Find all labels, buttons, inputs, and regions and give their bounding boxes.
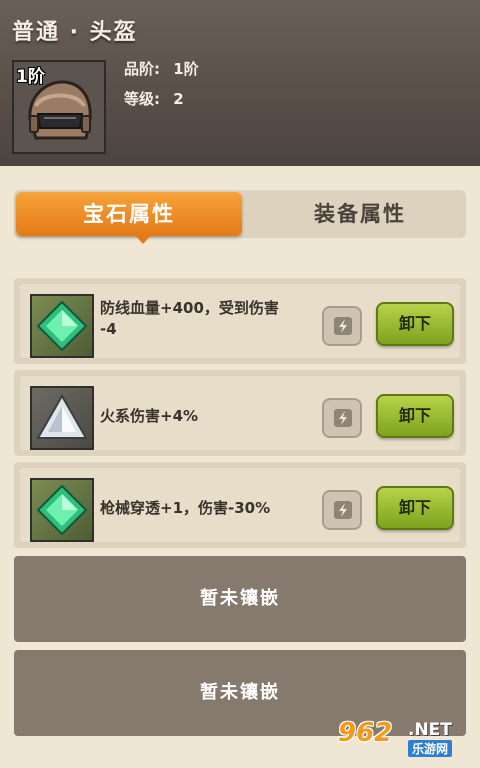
watermark-logo: 962 <box>338 718 393 748</box>
gem-slot-3: 枪械穿透+1，伤害-30% 卸下 <box>14 462 466 548</box>
gem-effect-line2: -4 <box>100 320 117 338</box>
gem-slot-panel: 枪械穿透+1，伤害-30% 卸下 <box>20 468 460 542</box>
grade-label: 品阶: <box>124 60 160 78</box>
gem-effect-text: 防线血量+400，受到伤害 -4 <box>100 298 318 340</box>
gem-icon-frame <box>30 386 94 450</box>
attribute-tabs: 宝石属性 装备属性 <box>14 190 466 238</box>
site-watermark: 962 .NET 乐游网 <box>338 716 474 762</box>
unload-gem-button[interactable]: 卸下 <box>376 302 454 346</box>
gem-effect-text: 枪械穿透+1，伤害-30% <box>100 498 318 519</box>
gem-effect-line1: 枪械穿透+1，伤害-30% <box>100 499 271 517</box>
unload-gem-button[interactable]: 卸下 <box>376 394 454 438</box>
gem-icon-frame <box>30 478 94 542</box>
gem-slot-panel: 火系伤害+4% 卸下 <box>20 376 460 450</box>
swap-icon <box>334 317 352 335</box>
level-label: 等级: <box>124 90 160 108</box>
item-header: 普通 · 头盔 1阶 品阶: 1阶 等级: 2 <box>0 0 480 166</box>
item-title: 普通 · 头盔 <box>12 20 138 45</box>
swap-gem-button[interactable] <box>322 398 362 438</box>
watermark-sub: 乐游网 <box>408 740 453 757</box>
gem-icon-frame <box>30 294 94 358</box>
item-icon-frame: 1阶 <box>12 60 106 154</box>
swap-gem-button[interactable] <box>322 306 362 346</box>
active-tab-pointer <box>134 234 152 244</box>
gem-effect-line1: 防线血量+400，受到伤害 <box>100 299 279 317</box>
gem-effect-text: 火系伤害+4% <box>100 406 318 427</box>
tier-badge: 1阶 <box>16 67 45 87</box>
grade-row: 品阶: 1阶 <box>124 58 199 79</box>
gem-slot-2: 火系伤害+4% 卸下 <box>14 370 466 456</box>
white-triangle-gem-icon <box>36 393 88 439</box>
gem-effect-line1: 火系伤害+4% <box>100 407 199 425</box>
gem-slot-1: 防线血量+400，受到伤害 -4 卸下 <box>14 278 466 364</box>
level-value: 2 <box>173 90 184 108</box>
gem-slot-panel: 防线血量+400，受到伤害 -4 卸下 <box>20 284 460 358</box>
swap-icon <box>334 409 352 427</box>
tab-gem-attributes[interactable]: 宝石属性 <box>16 192 242 236</box>
grade-value: 1阶 <box>173 60 199 78</box>
swap-gem-button[interactable] <box>322 490 362 530</box>
green-gem-icon <box>36 484 88 536</box>
tab-equipment-attributes[interactable]: 装备属性 <box>254 192 466 236</box>
level-row: 等级: 2 <box>124 88 184 109</box>
empty-gem-slot-1[interactable]: 暂未镶嵌 <box>14 556 466 642</box>
watermark-net: .NET <box>408 720 452 740</box>
swap-icon <box>334 501 352 519</box>
unload-gem-button[interactable]: 卸下 <box>376 486 454 530</box>
helmet-icon <box>28 80 92 140</box>
green-gem-icon <box>36 300 88 352</box>
